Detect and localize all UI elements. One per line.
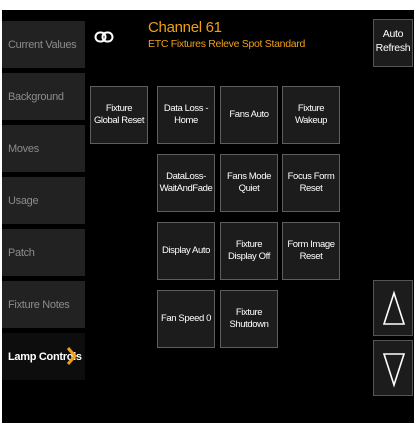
fixture-global-reset-button[interactable]: Fixture Global Reset: [90, 86, 148, 144]
button-label: Display Auto: [161, 245, 210, 256]
button-label: Form Image Reset: [287, 239, 335, 262]
button-label: Fixture Shutdown: [229, 307, 269, 330]
display-auto-button[interactable]: Display Auto: [157, 222, 215, 280]
sidebar: Current Values Background Moves Usage Pa…: [2, 21, 85, 385]
button-label: Fans Auto: [229, 109, 269, 120]
sidebar-item-fixture-notes[interactable]: Fixture Notes: [2, 281, 85, 330]
fans-mode-quiet-button[interactable]: Fans Mode Quiet: [220, 154, 278, 212]
sidebar-item-usage[interactable]: Usage: [2, 177, 85, 226]
auto-refresh-label-line1: Auto: [382, 28, 404, 40]
button-label: Fixture Display Off: [228, 239, 270, 262]
sidebar-item-patch[interactable]: Patch: [2, 229, 85, 278]
button-label: Fans Mode Quiet: [227, 171, 271, 194]
fan-speed-0-button[interactable]: Fan Speed 0: [157, 290, 215, 348]
scroll-down-button[interactable]: [373, 340, 413, 396]
app-window: Current Values Background Moves Usage Pa…: [0, 0, 416, 423]
chevron-right-icon: [66, 347, 77, 365]
data-loss-home-button[interactable]: Data Loss - Home: [157, 86, 215, 144]
button-label: DataLoss- WaitAndFade: [160, 171, 213, 195]
form-image-reset-button[interactable]: Form Image Reset: [282, 222, 340, 280]
sidebar-item-current-values[interactable]: Current Values: [2, 21, 85, 70]
button-label: Fixture Wakeup: [294, 103, 328, 126]
button-label: Focus Form Reset: [287, 171, 335, 194]
sidebar-item-label: Current Values: [8, 38, 77, 51]
fixture-type: ETC Fixtures Releve Spot Standard: [148, 38, 306, 50]
triangle-up-icon: [382, 290, 406, 325]
sidebar-item-label: Patch: [8, 246, 35, 259]
button-label: Fan Speed 0: [160, 313, 211, 324]
triangle-down-icon: [382, 353, 406, 388]
channel-title: Channel 61: [148, 19, 222, 36]
sidebar-item-label: Background: [8, 90, 64, 103]
sidebar-item-background[interactable]: Background: [2, 73, 85, 122]
button-label: Fixture Global Reset: [93, 103, 145, 126]
button-label-line1: DataLoss-: [166, 171, 206, 182]
scroll-up-button[interactable]: [373, 280, 413, 336]
auto-refresh-label-line2: Refresh: [375, 42, 411, 54]
link-icon: [94, 31, 114, 43]
fixture-wakeup-button[interactable]: Fixture Wakeup: [282, 86, 340, 144]
button-label: Data Loss - Home: [163, 103, 209, 126]
sidebar-item-label: Usage: [8, 194, 39, 207]
sidebar-item-label: Moves: [8, 142, 39, 155]
sidebar-item-moves[interactable]: Moves: [2, 125, 85, 174]
fixture-display-off-button[interactable]: Fixture Display Off: [220, 222, 278, 280]
auto-refresh-button[interactable]: Auto Refresh: [373, 19, 413, 67]
fans-auto-button[interactable]: Fans Auto: [220, 86, 278, 144]
sidebar-item-lamp-controls[interactable]: Lamp Controls: [2, 333, 85, 382]
sidebar-item-label: Fixture Notes: [8, 298, 70, 311]
focus-form-reset-button[interactable]: Focus Form Reset: [282, 154, 340, 212]
fixture-shutdown-button[interactable]: Fixture Shutdown: [220, 290, 278, 348]
dataloss-waitandfade-button[interactable]: DataLoss- WaitAndFade: [157, 154, 215, 212]
button-label-line2: WaitAndFade: [159, 183, 213, 194]
